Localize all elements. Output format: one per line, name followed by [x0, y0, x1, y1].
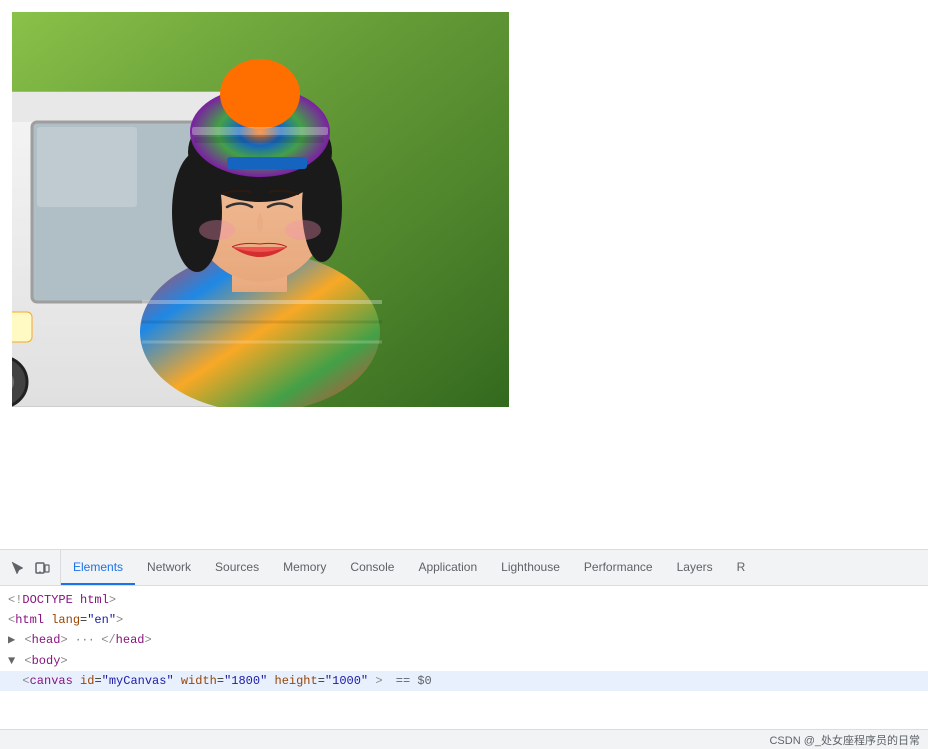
devtools-status-bar: CSDN @_处女座程序员的日常 — [0, 729, 928, 749]
tab-memory[interactable]: Memory — [271, 550, 338, 585]
tab-lighthouse[interactable]: Lighthouse — [489, 550, 572, 585]
image-container — [12, 12, 509, 407]
expand-body-icon[interactable]: ▼ — [8, 654, 15, 668]
code-line-1: <!DOCTYPE html> — [0, 590, 928, 610]
tab-recorder[interactable]: R — [725, 550, 758, 585]
tab-performance[interactable]: Performance — [572, 550, 665, 585]
device-toggle-icon[interactable] — [32, 558, 52, 578]
tab-layers[interactable]: Layers — [665, 550, 725, 585]
tab-console[interactable]: Console — [338, 550, 406, 585]
cursor-icon[interactable] — [8, 558, 28, 578]
code-line-5[interactable]: <canvas id="myCanvas" width="1800" heigh… — [0, 671, 928, 691]
tab-elements[interactable]: Elements — [61, 550, 135, 585]
code-line-4: ▼ <body> — [0, 651, 928, 671]
tab-sources[interactable]: Sources — [203, 550, 271, 585]
code-line-3: ▶ <head> ··· </head> — [0, 630, 928, 651]
main-image — [12, 12, 509, 407]
devtools-tabs: Elements Network Sources Memory Console … — [61, 550, 928, 585]
code-line-2: <html lang="en"> — [0, 610, 928, 630]
expand-head-icon[interactable]: ▶ — [8, 633, 15, 647]
page-content — [0, 0, 928, 549]
devtools-icon-group — [0, 550, 61, 585]
status-text: CSDN @_处女座程序员的日常 — [769, 732, 920, 748]
devtools-toolbar: Elements Network Sources Memory Console … — [0, 550, 928, 586]
tab-network[interactable]: Network — [135, 550, 203, 585]
devtools-code-panel: <!DOCTYPE html> <html lang="en"> ▶ <head… — [0, 586, 928, 729]
devtools-panel: Elements Network Sources Memory Console … — [0, 549, 928, 749]
tab-application[interactable]: Application — [406, 550, 489, 585]
